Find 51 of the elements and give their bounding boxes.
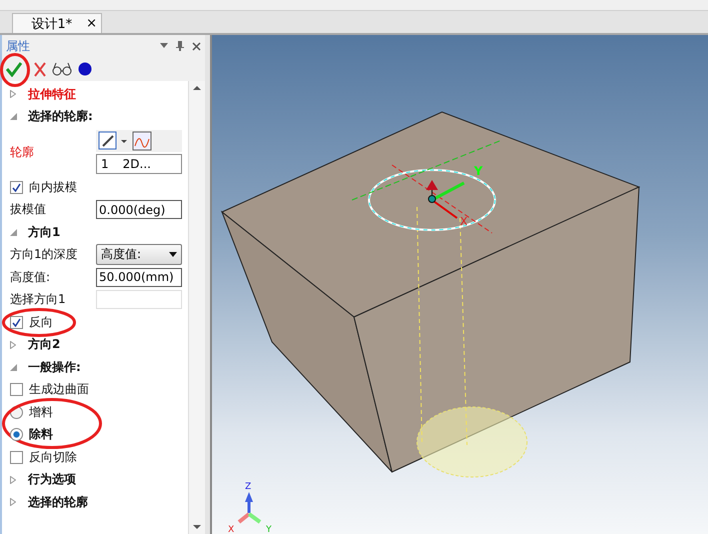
panel-title: 属性 xyxy=(6,38,31,54)
dropdown-icon xyxy=(160,43,168,49)
3d-viewport[interactable]: X Y Z X Y xyxy=(210,35,708,534)
profile-list-item[interactable]: 1 2D... xyxy=(96,154,182,174)
section-header: 选择的轮廓: xyxy=(28,108,93,126)
collapse-caret-icon[interactable] xyxy=(10,228,17,236)
axis-triad-drawing: Z X Y xyxy=(228,482,272,534)
radio-label: 除料 xyxy=(29,426,53,444)
manipulator-drawing: X Y xyxy=(352,140,502,234)
collapse-caret-icon[interactable] xyxy=(10,113,17,120)
checkbox-label: 向内拔模 xyxy=(29,178,77,196)
input-field[interactable]: 0.000(deg) xyxy=(96,200,182,220)
cross-icon xyxy=(34,61,46,77)
checkbox[interactable] xyxy=(10,383,23,396)
dropdown[interactable]: 高度值: xyxy=(96,244,182,266)
glasses-icon xyxy=(52,61,72,77)
field-label: 高度值: xyxy=(10,268,50,286)
field-label: 轮廓 xyxy=(10,144,34,160)
checkbox-label: 反向 xyxy=(29,314,53,331)
checkbox[interactable] xyxy=(10,180,23,194)
pin-icon xyxy=(176,41,184,51)
sketch-edit-icon xyxy=(98,131,128,151)
section-header: 方向1 xyxy=(28,224,60,241)
section-header: 选择的轮廓 xyxy=(28,494,88,511)
close-icon xyxy=(192,42,201,50)
check-icon xyxy=(6,61,22,77)
document-tab[interactable]: 设计1* × xyxy=(12,13,102,33)
section-header: 拉伸特征 xyxy=(28,86,76,103)
expand-caret-icon[interactable] xyxy=(10,476,16,484)
dropdown-arrow-icon xyxy=(169,252,177,258)
close-icon[interactable]: × xyxy=(86,16,97,31)
section-header: 一般操作: xyxy=(28,358,81,376)
checkbox[interactable] xyxy=(10,450,23,464)
input-field[interactable] xyxy=(96,290,182,310)
field-label: 方向1的深度 xyxy=(10,246,78,264)
checkbox-label: 反向切除 xyxy=(29,448,77,466)
field-label: 选择方向1 xyxy=(10,291,66,308)
section-header: 方向2 xyxy=(28,336,60,354)
curve-icon xyxy=(132,131,152,151)
radio-button[interactable] xyxy=(10,428,23,442)
checkbox-label: 生成边曲面 xyxy=(29,381,89,398)
field-label: 拔模值 xyxy=(10,201,46,218)
preview-icon xyxy=(78,62,92,76)
expand-caret-icon[interactable] xyxy=(10,498,16,506)
checkbox[interactable] xyxy=(10,316,23,329)
expand-caret-icon[interactable] xyxy=(10,340,16,349)
expand-caret-icon[interactable] xyxy=(10,90,16,98)
input-field[interactable]: 50.000(mm) xyxy=(96,268,182,287)
collapse-caret-icon[interactable] xyxy=(10,364,17,371)
section-header: 行为选项 xyxy=(28,471,76,488)
radio-label: 增料 xyxy=(29,404,53,421)
